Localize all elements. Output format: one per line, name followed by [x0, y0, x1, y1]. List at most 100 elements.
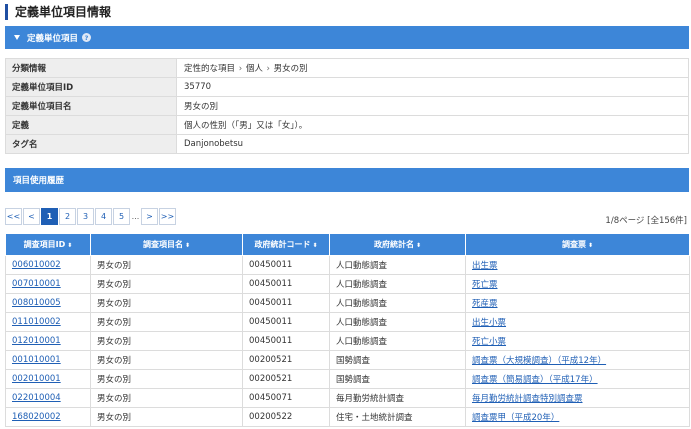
form-link[interactable]: 毎月勤労統計調査特別調査票 [472, 394, 583, 404]
info-value-tag: Danjonobetsu [176, 134, 689, 154]
page-title: 定義単位項目情報 [5, 4, 111, 20]
cell-gov-code: 00450011 [242, 312, 330, 332]
cell-item-name: 男女の別 [90, 331, 243, 351]
cell-item-id: 002010001 [5, 369, 91, 389]
info-label: 定義単位項目ID [5, 77, 177, 97]
page-button-1[interactable]: 1 [41, 208, 58, 225]
form-link[interactable]: 死産票 [472, 299, 498, 309]
info-row-category: 分類情報 定性的な項目 › 個人 › 男女の別 [5, 58, 689, 78]
form-link[interactable]: 死亡票 [472, 280, 498, 290]
section-title: 定義単位項目 [27, 33, 79, 44]
cell-item-name: 男女の別 [90, 369, 243, 389]
info-row-tag: タグ名 Danjonobetsu [5, 134, 689, 154]
form-link[interactable]: 調査票（大規模調査）（平成12年） [472, 356, 606, 366]
cell-item-name: 男女の別 [90, 312, 243, 332]
usage-table: 調査項目ID ⬍ 調査項目名 ⬍ 政府統計コード ⬍ 政府統計名 ⬍ 調査票 ⬍ 0060… [5, 233, 690, 427]
cell-item-name: 男女の別 [90, 407, 243, 427]
table-row: 022010004 男女の別 00450071 毎月勤労統計調査 毎月勤労統計調査特別調… [5, 388, 690, 408]
info-label: タグ名 [5, 134, 177, 154]
item-id-link[interactable]: 008010005 [12, 298, 61, 308]
last-page-button[interactable]: >> [159, 208, 176, 225]
cell-gov-name: 住宅・土地統計調査 [329, 407, 466, 427]
pagination-ellipsis: ... [131, 208, 140, 225]
page-button-5[interactable]: 5 [113, 208, 130, 225]
cell-form: 出生票 [465, 255, 690, 275]
column-header-gov-name[interactable]: 政府統計名 ⬍ [329, 233, 466, 256]
cell-item-id: 007010001 [5, 274, 91, 294]
cell-gov-name: 国勢調査 [329, 369, 466, 389]
table-row: 011010002 男女の別 00450011 人口動態調査 出生小票 [5, 312, 690, 332]
first-page-button[interactable]: << [5, 208, 22, 225]
item-id-link[interactable]: 006010002 [12, 260, 61, 270]
item-id-link[interactable]: 022010004 [12, 393, 61, 403]
cell-item-id: 168020002 [5, 407, 91, 427]
collapse-triangle-icon[interactable] [14, 35, 20, 40]
section-header-definition[interactable]: 定義単位項目 ? [5, 26, 689, 49]
cell-gov-code: 00200521 [242, 350, 330, 370]
section-header-usage-history: 項目使用履歴 [5, 168, 689, 192]
prev-page-button[interactable]: < [23, 208, 40, 225]
cell-item-name: 男女の別 [90, 388, 243, 408]
info-value-category: 定性的な項目 › 個人 › 男女の別 [176, 58, 689, 78]
table-row: 008010005 男女の別 00450011 人口動態調査 死産票 [5, 293, 690, 313]
cell-item-id: 008010005 [5, 293, 91, 313]
cell-gov-name: 毎月勤労統計調査 [329, 388, 466, 408]
cell-gov-code: 00200521 [242, 369, 330, 389]
page-summary: 1/8ページ [全156件] [605, 216, 687, 226]
form-link[interactable]: 死亡小票 [472, 337, 506, 347]
help-icon[interactable]: ? [82, 33, 92, 42]
table-row: 001010001 男女の別 00200521 国勢調査 調査票（大規模調査）（平成12… [5, 350, 690, 370]
cell-form: 出生小票 [465, 312, 690, 332]
breadcrumb-separator-icon: › [266, 64, 270, 74]
cell-item-id: 006010002 [5, 255, 91, 275]
header-label: 調査票 [561, 240, 586, 249]
cell-gov-code: 00200522 [242, 407, 330, 427]
item-id-link[interactable]: 007010001 [12, 279, 61, 289]
cell-item-name: 男女の別 [90, 293, 243, 313]
cell-item-id: 001010001 [5, 350, 91, 370]
info-value-id: 35770 [176, 77, 689, 97]
cell-gov-name: 人口動態調査 [329, 331, 466, 351]
category-part: 定性的な項目 [184, 64, 236, 74]
cell-item-name: 男女の別 [90, 274, 243, 294]
page-button-2[interactable]: 2 [59, 208, 76, 225]
column-header-item-name[interactable]: 調査項目名 ⬍ [90, 233, 243, 256]
form-link[interactable]: 調査票甲（平成20年） [472, 413, 559, 423]
cell-form: 死産票 [465, 293, 690, 313]
cell-gov-code: 00450011 [242, 255, 330, 275]
item-id-link[interactable]: 002010001 [12, 374, 61, 384]
page-button-3[interactable]: 3 [77, 208, 94, 225]
table-row: 002010001 男女の別 00200521 国勢調査 調査票（簡易調査）（平成17年… [5, 369, 690, 389]
cell-form: 調査票甲（平成20年） [465, 407, 690, 427]
cell-gov-name: 人口動態調査 [329, 255, 466, 275]
header-label: 調査項目名 [142, 240, 183, 249]
column-header-form[interactable]: 調査票 ⬍ [465, 233, 690, 256]
info-row-id: 定義単位項目ID 35770 [5, 77, 689, 97]
item-id-link[interactable]: 011010002 [12, 317, 61, 327]
info-label: 定義単位項目名 [5, 96, 177, 116]
category-part: 男女の別 [273, 64, 308, 74]
pagination: << < 1 2 3 4 5 ... > >> [5, 208, 177, 225]
form-link[interactable]: 出生小票 [472, 318, 506, 328]
cell-gov-code: 00450011 [242, 293, 330, 313]
category-part: 個人 [245, 64, 263, 74]
cell-gov-name: 人口動態調査 [329, 312, 466, 332]
info-value-definition: 個人の性別（「男」又は「女」）。 [176, 115, 689, 135]
info-row-definition: 定義 個人の性別（「男」又は「女」）。 [5, 115, 689, 135]
column-header-gov-code[interactable]: 政府統計コード ⬍ [242, 233, 330, 256]
cell-form: 死亡小票 [465, 331, 690, 351]
form-link[interactable]: 調査票（簡易調査）（平成17年） [472, 375, 598, 385]
table-row: 168020002 男女の別 00200522 住宅・土地統計調査 調査票甲（平成20年… [5, 407, 690, 427]
item-id-link[interactable]: 168020002 [12, 412, 61, 422]
cell-gov-name: 国勢調査 [329, 350, 466, 370]
next-page-button[interactable]: > [141, 208, 158, 225]
column-header-id[interactable]: 調査項目ID ⬍ [5, 233, 91, 256]
page-button-4[interactable]: 4 [95, 208, 112, 225]
table-header-row: 調査項目ID ⬍ 調査項目名 ⬍ 政府統計コード ⬍ 政府統計名 ⬍ 調査票 ⬍ [5, 233, 690, 256]
item-id-link[interactable]: 001010001 [12, 355, 61, 365]
form-link[interactable]: 出生票 [472, 261, 498, 271]
cell-gov-name: 人口動態調査 [329, 293, 466, 313]
item-id-link[interactable]: 012010001 [12, 336, 61, 346]
sort-icon: ⬍ [415, 242, 422, 249]
cell-form: 調査票（大規模調査）（平成12年） [465, 350, 690, 370]
